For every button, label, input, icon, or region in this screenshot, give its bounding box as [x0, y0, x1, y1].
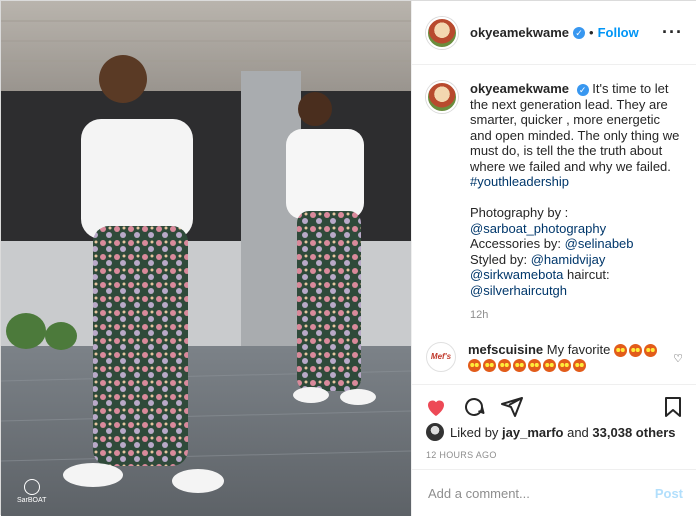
author-username[interactable]: okyeamekwame — [470, 25, 569, 40]
post-comment-button[interactable]: Post — [655, 486, 683, 501]
star-struck-emoji-icon — [558, 359, 571, 373]
comment-row: Mef's mefscuisine My favorite — [426, 341, 683, 373]
mention-haircut[interactable]: @silverhaircutgh — [470, 283, 567, 298]
post-header: okyeamekwame ✓ • Follow ··· — [412, 1, 696, 65]
credit-styled-label: Styled by: — [470, 251, 531, 267]
caption-row: okyeamekwame ✓ It's time to let the next… — [426, 81, 683, 324]
heart-filled-icon[interactable] — [424, 395, 448, 419]
commenter-avatar[interactable]: Mef's — [426, 341, 456, 372]
likes-line: Liked by jay_marfo and 33,038 others — [426, 423, 683, 441]
add-comment-bar: Post — [412, 469, 696, 516]
star-struck-emoji-icon — [468, 359, 481, 373]
credit-haircut-label: haircut: — [563, 267, 610, 282]
action-bar — [412, 384, 696, 428]
star-struck-emoji-icon — [528, 359, 541, 373]
post-modal: SarBOAT okyeamekwame ✓ • Follow ··· okye… — [0, 0, 696, 516]
mention-accessories[interactable]: @selinabeb — [565, 236, 634, 251]
likes-count[interactable]: 33,038 others — [592, 425, 675, 440]
star-struck-emoji-icon — [513, 359, 526, 373]
star-struck-emoji-icon — [543, 359, 556, 373]
caption-verified-icon: ✓ — [576, 83, 589, 96]
separator-dot: • — [589, 25, 594, 40]
comment-input[interactable] — [426, 484, 655, 502]
star-struck-emoji-icon — [573, 359, 586, 373]
comment-body: My favorite — [546, 341, 611, 357]
commenter-username[interactable]: mefscuisine — [468, 342, 543, 357]
photo-image — [1, 1, 411, 516]
photo-watermark: SarBOAT — [17, 479, 46, 504]
comment-like-heart-icon[interactable]: ♡ — [673, 352, 683, 365]
star-struck-emoji-icon — [483, 359, 496, 373]
caption-time[interactable]: 12h — [470, 308, 683, 324]
hashtag-link[interactable]: #youthleadership — [470, 174, 569, 189]
star-struck-emoji-icon — [628, 343, 642, 357]
verified-badge-icon: ✓ — [573, 26, 586, 39]
credit-photography-label: Photography by : — [470, 205, 569, 220]
bookmark-icon[interactable] — [661, 395, 685, 419]
comment-icon[interactable] — [462, 395, 486, 419]
likes-and: and — [567, 424, 589, 440]
author-avatar[interactable] — [426, 16, 458, 49]
comments-list[interactable]: okyeamekwame ✓ It's time to let the next… — [412, 65, 696, 383]
mention-stylist[interactable]: @hamidvijay — [531, 252, 606, 267]
post-side-panel: okyeamekwame ✓ • Follow ··· okyeamekwame… — [411, 1, 696, 516]
more-options-icon[interactable]: ··· — [662, 22, 683, 43]
liker-username[interactable]: jay_marfo — [502, 425, 563, 440]
post-timestamp[interactable]: 12 HOURS AGO — [426, 450, 497, 460]
comment-text: mefscuisine My favorite — [468, 342, 659, 373]
star-struck-emoji-icon — [498, 359, 511, 373]
caption-author-avatar[interactable] — [426, 81, 458, 113]
likes-prefix: Liked by — [450, 424, 499, 440]
caption-text: okyeamekwame ✓ It's time to let the next… — [470, 81, 683, 324]
liker-avatar[interactable] — [426, 423, 444, 441]
follow-button[interactable]: Follow — [598, 25, 639, 40]
star-struck-emoji-icon — [643, 343, 657, 357]
share-icon[interactable] — [500, 395, 524, 419]
credit-accessories-label: Accessories by: — [470, 236, 565, 251]
mention-barber[interactable]: @sirkwamebota — [470, 267, 563, 282]
star-struck-emoji-icon — [613, 343, 627, 357]
mention-photographer[interactable]: @sarboat_photography — [470, 221, 606, 236]
post-photo[interactable]: SarBOAT — [1, 1, 411, 516]
caption-username[interactable]: okyeamekwame — [470, 81, 569, 96]
